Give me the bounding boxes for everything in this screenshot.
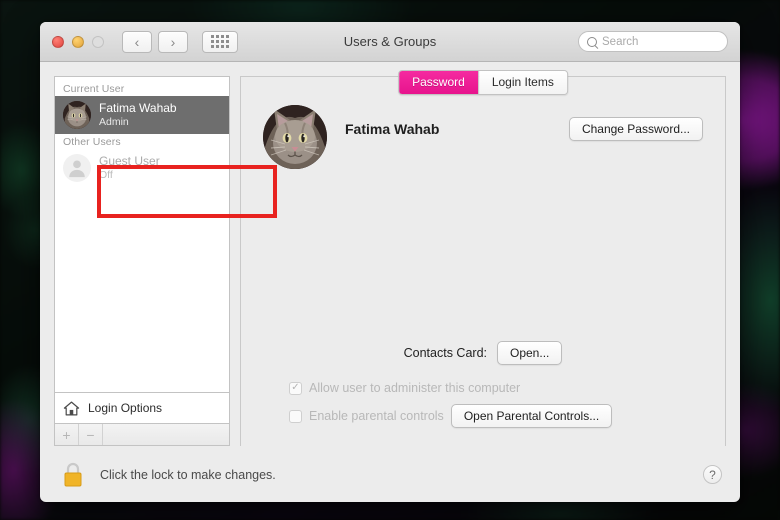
sidebar-user-text: Fatima Wahab Admin	[99, 101, 177, 129]
traffic-light-buttons	[52, 35, 104, 48]
tab-password[interactable]: Password	[399, 71, 478, 94]
window-body: Current User Fatima Wahab Admin Other Us…	[40, 62, 740, 446]
forward-button[interactable]: ›	[158, 30, 188, 53]
show-all-grid-icon	[211, 35, 229, 48]
content-inner: Fatima Wahab Change Password... Contacts…	[241, 77, 725, 446]
open-contacts-card-button[interactable]: Open...	[497, 341, 563, 365]
sidebar-user-name: Fatima Wahab	[99, 100, 177, 115]
admin-checkbox-row[interactable]: ✓ Allow user to administer this computer	[263, 381, 703, 395]
sidebar-user-text: Guest User Off	[99, 154, 160, 182]
toolbar-filler	[103, 424, 229, 445]
admin-checkbox-label: Allow user to administer this computer	[309, 381, 521, 395]
users-and-groups-window: ‹ › Users & Groups Current User	[40, 22, 740, 502]
settings-rows: Contacts Card: Open... ✓ Allow user to a…	[263, 341, 703, 446]
sidebar-item-fatima-wahab[interactable]: Fatima Wahab Admin	[55, 96, 229, 134]
window-titlebar: ‹ › Users & Groups	[40, 22, 740, 62]
login-options-label: Login Options	[88, 401, 163, 415]
avatar	[63, 154, 91, 182]
tab-bar: Password Login Items	[398, 70, 568, 95]
user-header: Fatima Wahab Change Password...	[263, 105, 703, 169]
user-list: Current User Fatima Wahab Admin Other Us…	[54, 76, 230, 392]
locked-padlock-icon	[64, 462, 82, 486]
sidebar-item-guest-user[interactable]: Guest User Off	[55, 149, 229, 187]
sidebar-user-name: Guest User	[99, 153, 160, 168]
avatar	[63, 101, 91, 129]
group-header-current-user: Current User	[63, 83, 125, 95]
search-field[interactable]	[578, 31, 728, 52]
sidebar-user-status: Off	[99, 168, 113, 181]
remove-user-button[interactable]: −	[79, 424, 103, 445]
cat-photo-avatar	[63, 101, 91, 129]
content-panel: Password Login Items Fatima Wahab Change…	[240, 70, 726, 446]
parental-controls-checkbox[interactable]	[289, 409, 302, 423]
cat-photo-avatar	[263, 105, 327, 169]
avatar[interactable]	[263, 105, 327, 169]
lock-hint-text: Click the lock to make changes.	[100, 467, 276, 482]
person-silhouette-icon	[69, 160, 85, 178]
search-icon	[587, 36, 597, 47]
contacts-card-row: Contacts Card: Open...	[263, 341, 703, 365]
search-input[interactable]	[602, 35, 719, 48]
chevron-right-icon: ›	[170, 33, 176, 50]
chevron-left-icon: ‹	[134, 33, 140, 50]
add-user-button[interactable]: +	[55, 424, 79, 445]
user-display-name: Fatima Wahab	[345, 121, 440, 137]
sidebar: Current User Fatima Wahab Admin Other Us…	[54, 76, 230, 446]
lock-button[interactable]	[58, 458, 88, 492]
change-password-button[interactable]: Change Password...	[568, 117, 703, 141]
sidebar-user-status: Admin	[99, 115, 129, 128]
parental-controls-label: Enable parental controls	[309, 409, 444, 423]
home-icon	[63, 401, 80, 415]
user-add-remove-toolbar: + −	[54, 424, 230, 446]
parental-controls-row: Enable parental controls Open Parental C…	[263, 404, 703, 428]
admin-checkbox[interactable]: ✓	[289, 381, 302, 395]
tab-login-items[interactable]: Login Items	[477, 71, 567, 94]
navigation-buttons: ‹ ›	[122, 30, 188, 53]
login-options-button[interactable]: Login Options	[54, 392, 230, 424]
help-button[interactable]: ?	[703, 465, 722, 484]
open-parental-controls-button[interactable]: Open Parental Controls...	[450, 404, 613, 428]
show-all-button[interactable]	[202, 30, 238, 53]
zoom-button	[92, 35, 104, 48]
contacts-card-label: Contacts Card:	[403, 346, 487, 360]
minimize-button[interactable]	[72, 35, 84, 48]
close-button[interactable]	[52, 35, 64, 48]
back-button[interactable]: ‹	[122, 30, 152, 53]
group-header-other-users: Other Users	[63, 136, 121, 148]
window-footer: Click the lock to make changes. ?	[40, 446, 740, 502]
change-password-wrap: Change Password...	[568, 117, 703, 141]
